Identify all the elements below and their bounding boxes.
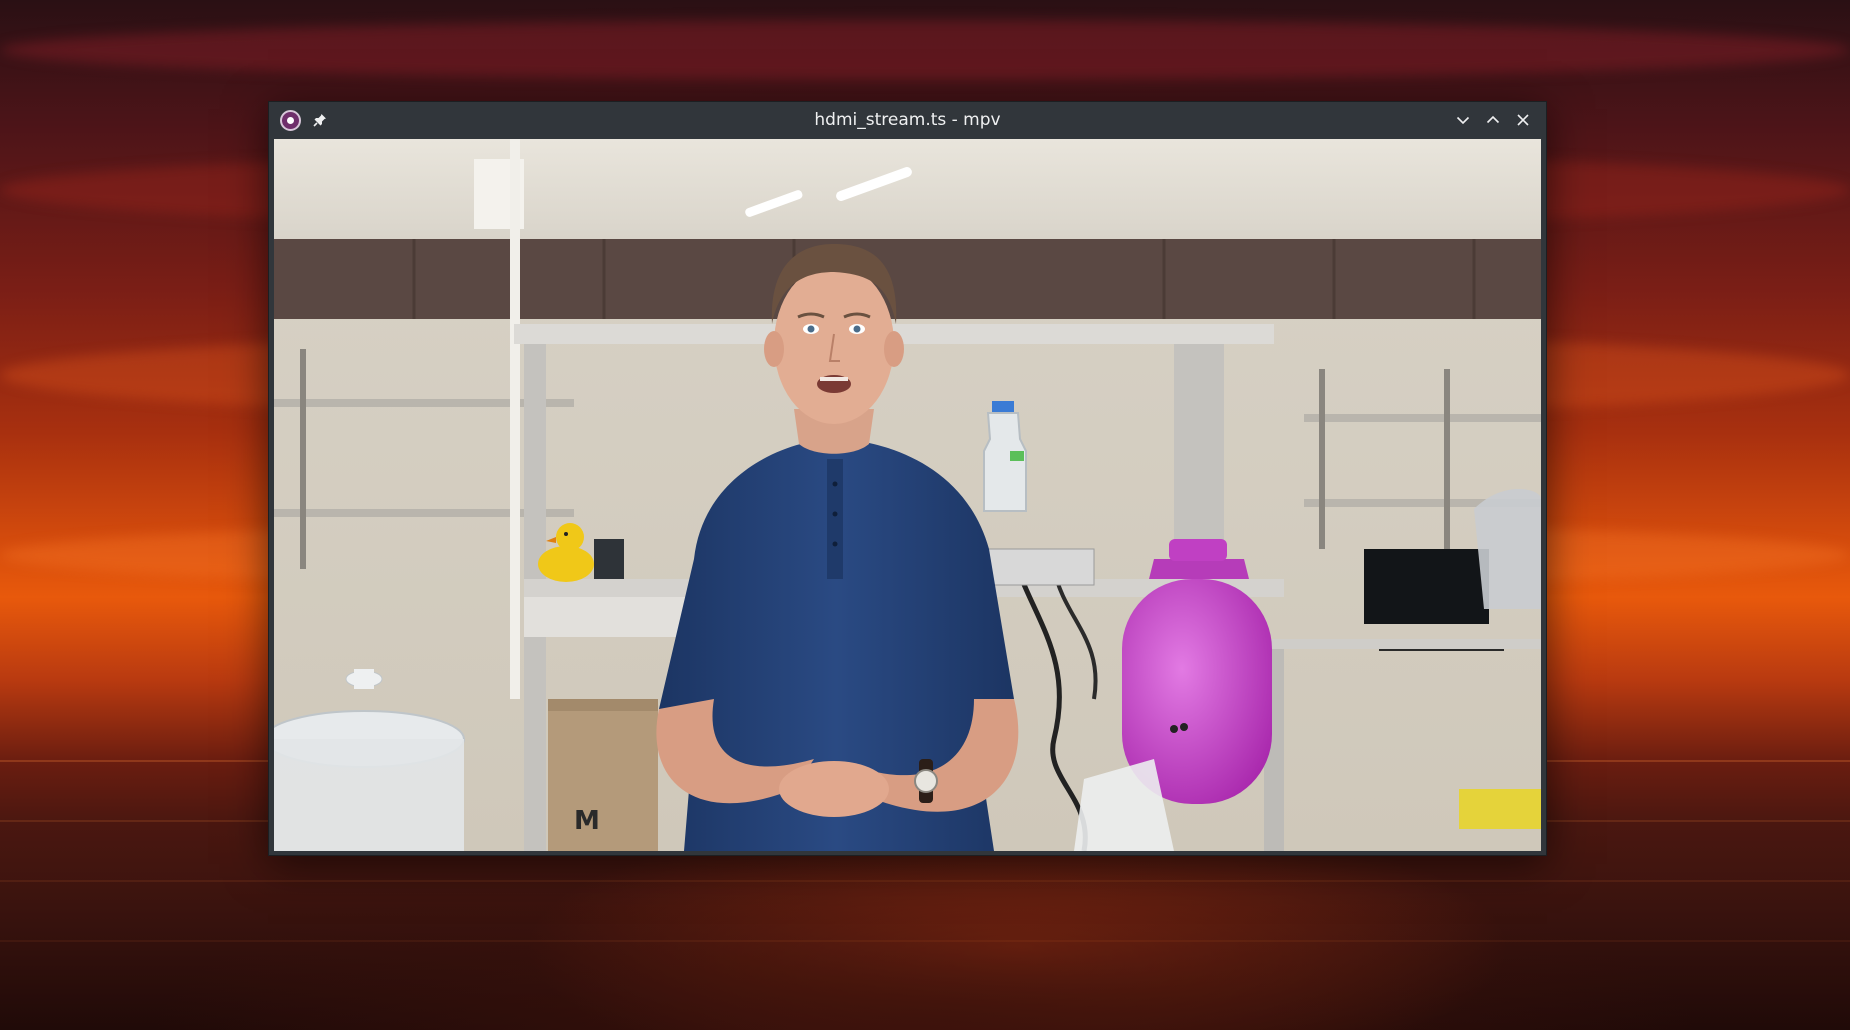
ceiling xyxy=(274,139,1541,239)
close-icon xyxy=(1516,112,1530,131)
face xyxy=(774,264,894,424)
wallpaper-cloud xyxy=(0,20,1850,80)
minimize-button[interactable] xyxy=(1452,110,1474,132)
chevron-up-icon xyxy=(1486,112,1500,131)
video-frame[interactable]: M xyxy=(274,139,1541,851)
pipe xyxy=(510,139,520,699)
covered-equipment xyxy=(1474,489,1541,609)
wallpaper-wave xyxy=(0,880,1850,882)
box-marking: M xyxy=(574,806,600,836)
window-titlebar[interactable]: hdmi_stream.ts - mpv xyxy=(269,102,1546,139)
window-title: hdmi_stream.ts - mpv xyxy=(814,110,1001,130)
close-button[interactable] xyxy=(1512,110,1534,132)
maximize-button[interactable] xyxy=(1482,110,1504,132)
hands xyxy=(779,761,889,817)
video-content: M xyxy=(274,139,1541,851)
pin-icon xyxy=(313,112,327,131)
wall-shelf xyxy=(1304,414,1541,422)
pin-button[interactable] xyxy=(309,110,331,132)
wall-panel xyxy=(274,239,1541,319)
mpv-logo-icon[interactable] xyxy=(280,110,301,131)
cardboard-box: M xyxy=(548,699,658,851)
yellow-container xyxy=(1459,789,1541,829)
mpv-window[interactable]: hdmi_stream.ts - mpv M xyxy=(268,101,1547,856)
chevron-down-icon xyxy=(1456,112,1470,131)
wallpaper-wave xyxy=(0,940,1850,942)
